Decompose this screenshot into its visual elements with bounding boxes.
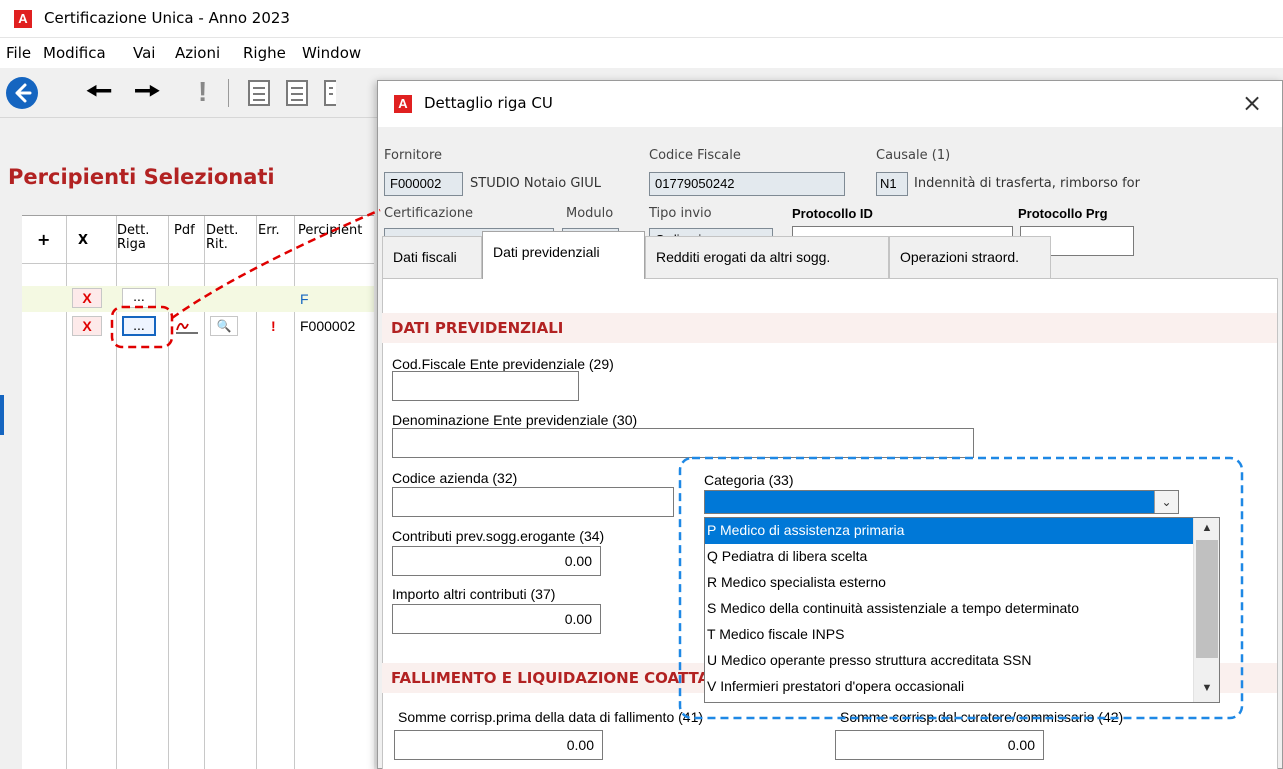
col-delete: X xyxy=(78,233,89,248)
section-title: Percipienti Selezionati xyxy=(8,165,275,189)
percipiente-cell: F xyxy=(300,291,309,307)
col-pdf: Pdf xyxy=(174,223,195,238)
menu-file[interactable]: File xyxy=(6,44,31,62)
tab-dati-previdenziali[interactable]: Dati previdenziali xyxy=(482,231,645,279)
grid-header: + X Dett. Riga Pdf Dett. Rit. Err. Perci… xyxy=(22,216,374,264)
add-row-icon[interactable] xyxy=(248,80,270,106)
dialog-titlebar: A Dettaglio riga CU × xyxy=(378,81,1282,127)
dropdown-option[interactable]: Q Pediatra di libera scelta xyxy=(705,544,1193,570)
somme-curatore-input[interactable]: 0.00 xyxy=(835,730,1044,760)
delete-row-icon[interactable] xyxy=(286,80,308,106)
causale-label: Causale (1) xyxy=(876,148,951,163)
app-logo-icon: A xyxy=(14,10,32,28)
back-circle-icon[interactable] xyxy=(6,77,38,109)
scroll-up-icon[interactable]: ▲ xyxy=(1194,522,1220,534)
col-dett-riga-2: Riga xyxy=(117,237,146,252)
col-dett-rit-1: Dett. xyxy=(206,223,239,238)
altri-contributi-label: Importo altri contributi (37) xyxy=(392,586,556,602)
document-icon[interactable] xyxy=(324,80,336,106)
detail-dialog: A Dettaglio riga CU × Fornitore F000002 … xyxy=(377,80,1283,769)
tipo-invio-label: Tipo invio xyxy=(649,206,712,221)
col-dett-riga-1: Dett. xyxy=(117,223,150,238)
delete-row-button[interactable]: X xyxy=(72,316,102,336)
dropdown-option[interactable]: U Medico operante presso struttura accre… xyxy=(705,648,1193,674)
contributi-input[interactable]: 0.00 xyxy=(392,546,601,576)
menu-azioni[interactable]: Azioni xyxy=(175,44,220,62)
percipiente-cell: F000002 xyxy=(300,318,356,334)
detail-row-button-selected[interactable]: ... xyxy=(122,316,156,336)
categoria-label: Categoria (33) xyxy=(704,472,794,488)
arrow-right-icon[interactable]: 🠖 xyxy=(134,75,160,109)
group-dati-previdenziali: DATI PREVIDENZIALI xyxy=(382,313,1277,343)
categoria-dropdown-list: P Medico di assistenza primaria Q Pediat… xyxy=(704,517,1220,703)
menubar: File Modifica Vai Azioni Righe Window xyxy=(0,38,1283,68)
app-logo-icon: A xyxy=(394,95,412,113)
fornitore-code-field: F000002 xyxy=(384,172,463,196)
delete-row-button[interactable]: X xyxy=(72,288,102,308)
cf-field: 01779050242 xyxy=(649,172,845,196)
dialog-title: Dettaglio riga CU xyxy=(424,94,553,112)
altri-contributi-input[interactable]: 0.00 xyxy=(392,604,601,634)
dropdown-option[interactable]: R Medico specialista esterno xyxy=(705,570,1193,596)
somme-curatore-label: Somme corrisp.dal curatore/commissario (… xyxy=(840,709,1124,725)
col-add[interactable]: + xyxy=(37,232,50,248)
search-icon[interactable]: 🔍 xyxy=(210,316,238,336)
dropdown-option[interactable]: S Medico della continuità assistenziale … xyxy=(705,596,1193,622)
close-icon[interactable]: × xyxy=(1242,89,1262,117)
cf-label: Codice Fiscale xyxy=(649,148,741,163)
error-icon[interactable]: ! xyxy=(271,318,276,334)
dropdown-scrollbar[interactable]: ▲ ▼ xyxy=(1193,518,1219,702)
codice-azienda-input[interactable] xyxy=(392,487,674,517)
percipienti-grid: + X Dett. Riga Pdf Dett. Rit. Err. Perci… xyxy=(22,215,374,769)
menu-modifica[interactable]: Modifica xyxy=(43,44,106,62)
causale-description: Indennità di trasferta, rimborso for xyxy=(914,176,1140,191)
menu-window[interactable]: Window xyxy=(302,44,361,62)
dropdown-option[interactable]: P Medico di assistenza primaria xyxy=(705,518,1193,544)
modulo-label: Modulo xyxy=(566,206,614,221)
pdf-signature-icon[interactable] xyxy=(174,316,200,336)
certificazione-label: Certificazione xyxy=(384,206,474,221)
left-accent-bar xyxy=(0,395,4,435)
menu-vai[interactable]: Vai xyxy=(133,44,155,62)
tab-dati-fiscali[interactable]: Dati fiscali xyxy=(382,236,482,278)
somme-prima-input[interactable]: 0.00 xyxy=(394,730,603,760)
detail-row-button[interactable]: ... xyxy=(122,288,156,308)
causale-code-field: N1 xyxy=(876,172,908,196)
dropdown-option[interactable]: T Medico fiscale INPS xyxy=(705,622,1193,648)
somme-prima-label: Somme corrisp.prima della data di fallim… xyxy=(398,709,704,725)
tab-redditi-erogati[interactable]: Redditi erogati da altri sogg. xyxy=(645,236,889,278)
scroll-down-icon[interactable]: ▼ xyxy=(1194,682,1220,694)
fornitore-name: STUDIO Notaio GIUL xyxy=(470,176,602,191)
dropdown-option[interactable]: V Infermieri prestatori d'opera occasion… xyxy=(705,674,1193,700)
contributi-label: Contributi prev.sogg.erogante (34) xyxy=(392,528,605,544)
window-title: Certificazione Unica - Anno 2023 xyxy=(44,9,290,27)
chevron-down-icon[interactable]: ⌄ xyxy=(1154,491,1178,513)
main-titlebar: A Certificazione Unica - Anno 2023 xyxy=(0,0,1283,38)
cf-ente-input[interactable] xyxy=(392,371,579,401)
menu-righe[interactable]: Righe xyxy=(243,44,286,62)
toolbar-separator xyxy=(228,79,229,107)
protocollo-prg-label: Protocollo Prg xyxy=(1018,206,1108,221)
fornitore-label: Fornitore xyxy=(384,148,443,163)
tab-operazioni-straord[interactable]: Operazioni straord. xyxy=(889,236,1051,278)
denominazione-ente-input[interactable] xyxy=(392,428,974,458)
exclamation-icon[interactable]: ! xyxy=(198,76,207,108)
categoria-select[interactable]: ⌄ xyxy=(704,490,1179,514)
col-err: Err. xyxy=(258,223,280,238)
scroll-thumb[interactable] xyxy=(1196,540,1218,658)
codice-azienda-label: Codice azienda (32) xyxy=(392,470,518,486)
cf-ente-label: Cod.Fiscale Ente previdenziale (29) xyxy=(392,356,614,372)
arrow-left-icon[interactable]: 🠔 xyxy=(86,75,112,109)
denominazione-ente-label: Denominazione Ente previdenziale (30) xyxy=(392,412,638,428)
col-dett-rit-2: Rit. xyxy=(206,237,228,252)
protocollo-id-label: Protocollo ID xyxy=(792,206,873,221)
col-percipiente: Percipient xyxy=(298,223,363,238)
